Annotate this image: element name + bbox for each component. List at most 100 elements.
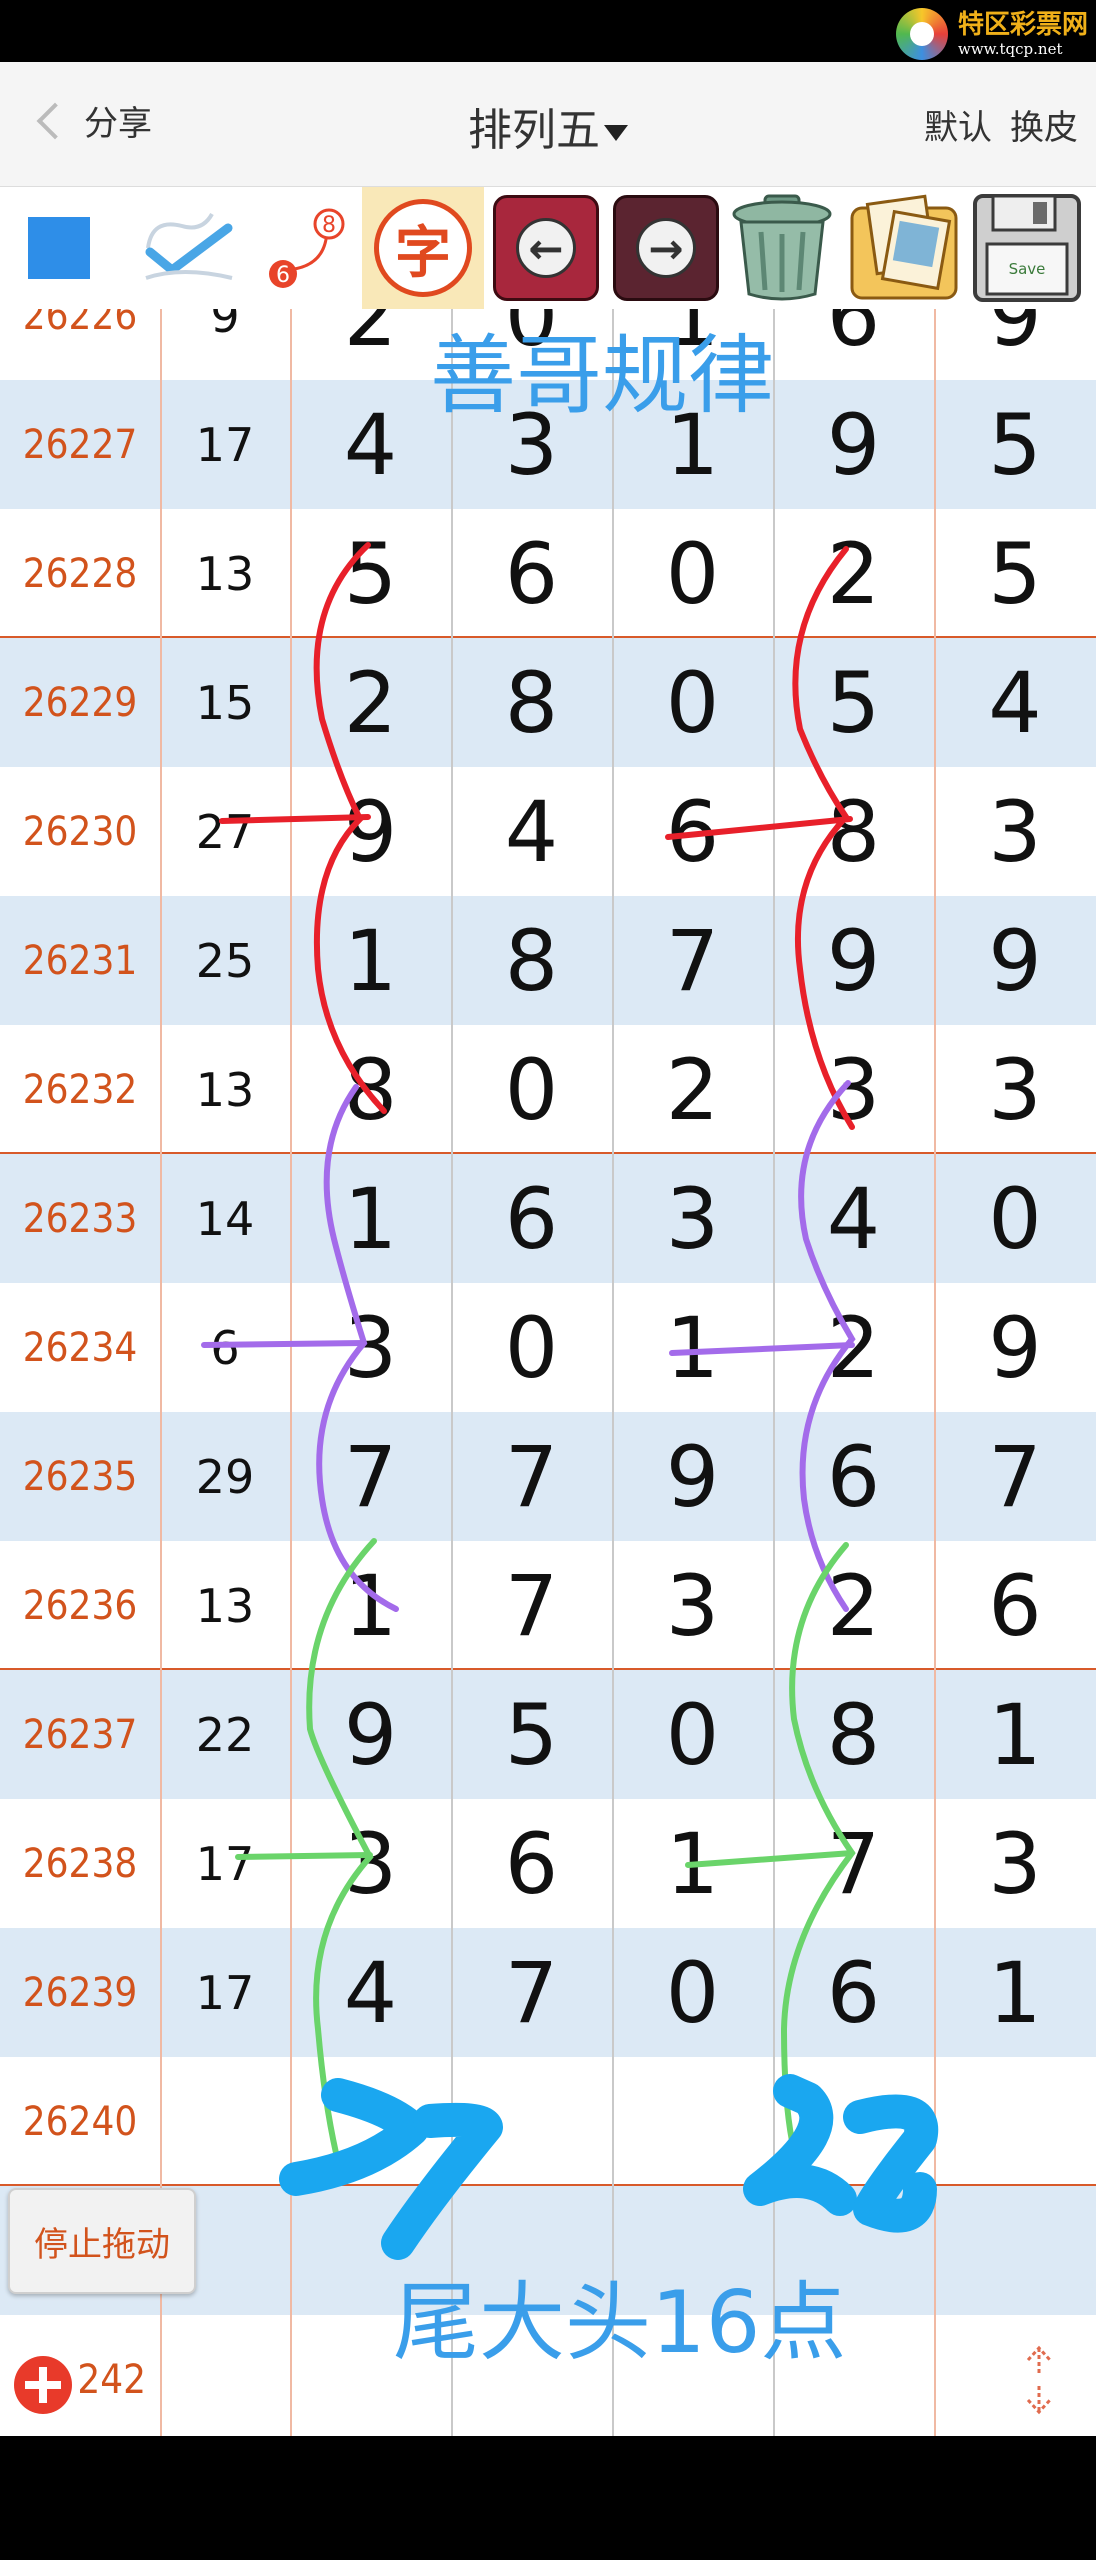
column-divider: [934, 309, 936, 2436]
digit-cell: [773, 2186, 934, 2315]
results-table[interactable]: 26226 9 2 0 1 6 9 26227 17 4 3 1 9 5 26228 13 5 6 0 2 5 26229…: [0, 309, 1096, 2436]
issue-number: 26233: [22, 1195, 138, 1242]
redo-button[interactable]: →: [610, 187, 722, 309]
sum-value: [160, 2315, 290, 2436]
change-skin-button[interactable]: 换皮: [1010, 100, 1078, 149]
pen-tool-button[interactable]: [140, 187, 240, 309]
digit-cell: 2: [343, 309, 398, 365]
digit-cell: 1: [343, 911, 398, 1010]
digit-cell: 6: [504, 1814, 559, 1913]
sum-value: 9: [210, 309, 240, 343]
digit-cell: [451, 2057, 612, 2186]
digit-cell: 1: [665, 1814, 720, 1913]
stop-drag-button[interactable]: 停止拖动: [8, 2188, 196, 2294]
char-icon: 字: [374, 199, 472, 297]
digit-cell: 4: [504, 782, 559, 881]
sum-value: 15: [195, 675, 255, 730]
digit-cell: 7: [504, 1556, 559, 1655]
column-divider: [160, 309, 162, 2436]
sum-value: 27: [195, 804, 255, 859]
table-row[interactable]: 26227 17 4 3 1 9 5: [0, 380, 1096, 509]
undo-button[interactable]: ←: [490, 187, 602, 309]
digit-cell: [290, 2186, 451, 2315]
default-button[interactable]: 默认: [924, 100, 992, 149]
text-tool-button[interactable]: 字: [362, 187, 484, 309]
table-row[interactable]: 26231 25 1 8 7 9 9: [0, 896, 1096, 1025]
table-row[interactable]: 26238 17 3 6 1 7 3: [0, 1799, 1096, 1928]
digit-cell: 0: [504, 1040, 559, 1139]
arrow-left-icon: ←: [493, 195, 599, 301]
digit-cell: 3: [665, 1169, 720, 1268]
digit-cell: 3: [988, 1040, 1042, 1139]
digit-cell: 1: [665, 1298, 720, 1397]
table-row[interactable]: 26237 22 9 5 0 8 1: [0, 1670, 1096, 1799]
photos-button[interactable]: [845, 187, 963, 309]
digit-cell: 9: [826, 911, 881, 1010]
sum-value: [160, 2057, 290, 2186]
issue-number: 26236: [22, 1582, 138, 1629]
digit-cell: [934, 2186, 1096, 2315]
digit-cell: 2: [343, 653, 398, 752]
sum-value: 13: [195, 1578, 255, 1633]
trash-can-icon: [732, 194, 832, 301]
table-row[interactable]: 26240: [0, 2057, 1096, 2186]
watermark-name: 特区彩票网: [958, 9, 1089, 40]
table-row[interactable]: 26235 29 7 7 9 6 7: [0, 1412, 1096, 1541]
digit-cell: 7: [826, 1814, 881, 1913]
pen-check-icon: [145, 212, 233, 280]
digit-cell: 2: [665, 1040, 720, 1139]
sum-value: 14: [195, 1191, 255, 1246]
issue-number: 26237: [22, 1711, 138, 1758]
digit-cell: [290, 2315, 451, 2436]
num-top: 8: [322, 213, 336, 238]
digit-cell: [290, 2057, 451, 2186]
table-row[interactable]: 26234 6 3 0 1 2 9: [0, 1283, 1096, 1412]
screen: 特区彩票网 www.tqcp.net 分享 排列五 默认 换皮 8 6 字 ← …: [0, 0, 1096, 2560]
table-row[interactable]: 26233 14 1 6 3 4 0: [0, 1154, 1096, 1283]
digit-cell: 3: [826, 1040, 881, 1139]
sum-value: 17: [195, 1836, 255, 1891]
watermark-url: www.tqcp.net: [958, 39, 1063, 58]
add-icon[interactable]: [14, 2356, 72, 2414]
digit-cell: 8: [826, 1685, 881, 1784]
num-bottom: 6: [276, 263, 290, 288]
table-row[interactable]: 242: [0, 2315, 1096, 2436]
table-row[interactable]: 26228 13 5 6 0 2 5: [0, 509, 1096, 638]
save-button[interactable]: Save: [968, 187, 1086, 309]
issue-number: 26238: [22, 1840, 138, 1887]
number-order-button[interactable]: 8 6: [255, 187, 355, 309]
digit-cell: 4: [343, 395, 398, 494]
digit-cell: [612, 2057, 773, 2186]
status-bar: 特区彩票网 www.tqcp.net: [0, 0, 1096, 62]
table-row[interactable]: 26236 13 1 7 3 2 6: [0, 1541, 1096, 1670]
table-row[interactable]: 26239 17 4 7 0 6 1: [0, 1928, 1096, 2057]
digit-cell: 1: [343, 1556, 398, 1655]
digit-cell: 9: [343, 782, 398, 881]
digit-cell: 6: [504, 1169, 559, 1268]
digit-cell: 4: [343, 1943, 398, 2042]
scroll-updown-icon[interactable]: [1014, 2340, 1064, 2420]
table-row[interactable]: 26226 9 2 0 1 6 9: [0, 309, 1096, 380]
blue-square-icon: [28, 217, 90, 279]
issue-number: 26240: [22, 2098, 138, 2145]
arrow-right-icon: →: [613, 195, 719, 301]
digit-cell: 6: [826, 1943, 881, 2042]
sum-value: 29: [195, 1449, 255, 1504]
page-title: 排列五: [468, 105, 600, 156]
digit-cell: 0: [665, 653, 720, 752]
digit-cell: 8: [504, 653, 559, 752]
table-row[interactable]: 26232 13 8 0 2 3 3: [0, 1025, 1096, 1154]
digit-cell: 1: [343, 1169, 398, 1268]
digit-cell: 0: [665, 1943, 720, 2042]
clear-button[interactable]: [724, 187, 840, 309]
digit-cell: 3: [343, 1814, 398, 1913]
column-divider: [612, 309, 614, 2436]
digit-cell: 3: [988, 782, 1042, 881]
issue-number: 26235: [22, 1453, 138, 1500]
table-row[interactable]: 26230 27 9 4 6 8 3: [0, 767, 1096, 896]
sum-value: 6: [210, 1320, 240, 1375]
color-picker-button[interactable]: [28, 187, 90, 309]
table-row[interactable]: 26229 15 2 8 0 5 4: [0, 638, 1096, 767]
issue-number: 26228: [22, 550, 138, 597]
digit-cell: 6: [504, 524, 559, 623]
